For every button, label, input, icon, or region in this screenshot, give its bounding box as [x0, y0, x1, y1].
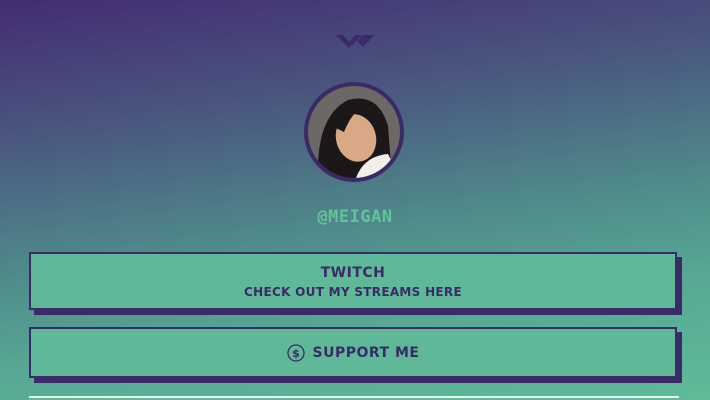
support-me-label: SUPPORT ME	[312, 344, 420, 361]
avatar	[304, 82, 404, 182]
username[interactable]: @MEIGAN	[0, 207, 710, 227]
support-me-button[interactable]: $ SUPPORT ME	[29, 327, 677, 378]
twitch-link-subtitle: CHECK OUT MY STREAMS HERE	[244, 285, 462, 299]
dollar-coin-icon: $	[286, 343, 305, 362]
twitch-link-title: TWITCH	[320, 265, 386, 281]
link-button-partial[interactable]	[29, 396, 679, 400]
twitch-link-button[interactable]: TWITCH CHECK OUT MY STREAMS HERE	[29, 252, 677, 310]
linktree-logo-icon	[336, 35, 375, 48]
svg-text:$: $	[292, 347, 300, 360]
avatar-image	[308, 86, 400, 178]
